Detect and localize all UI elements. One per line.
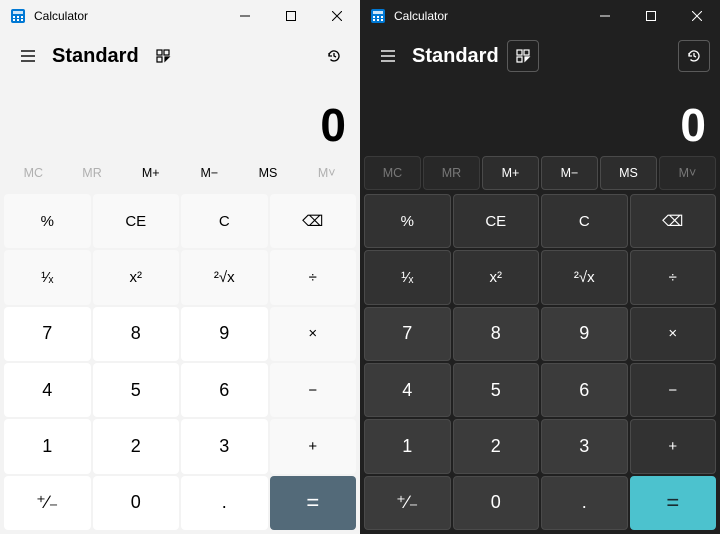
sqrt-key[interactable]: ²√x <box>541 250 628 304</box>
digit-7-key[interactable]: 7 <box>364 307 451 361</box>
digit-8-key[interactable]: 8 <box>93 307 180 361</box>
decimal-key[interactable]: . <box>181 476 268 530</box>
equals-key[interactable]: = <box>270 476 357 530</box>
digit-1-key[interactable]: 1 <box>4 419 91 473</box>
memory-mc-button: MC <box>364 156 421 190</box>
digit-5-key[interactable]: 5 <box>453 363 540 417</box>
menu-button[interactable] <box>368 38 408 74</box>
app-icon <box>10 8 26 24</box>
divide-key[interactable]: ÷ <box>630 250 717 304</box>
window-buttons <box>222 0 360 32</box>
backspace-key[interactable]: ⌫ <box>270 194 357 248</box>
digit-0-key[interactable]: 0 <box>93 476 180 530</box>
memory-ms-button[interactable]: MS <box>600 156 657 190</box>
digit-3-key[interactable]: 3 <box>541 419 628 473</box>
keep-on-top-button[interactable] <box>147 40 179 72</box>
digit-9-key[interactable]: 9 <box>181 307 268 361</box>
memory-m-button: M˅ <box>297 156 356 190</box>
memory-mc-button: MC <box>4 156 63 190</box>
header-row: Standard <box>0 36 360 76</box>
add-key[interactable]: + <box>630 419 717 473</box>
digit-2-key[interactable]: 2 <box>453 419 540 473</box>
digit-1-key[interactable]: 1 <box>364 419 451 473</box>
decimal-key[interactable]: . <box>541 476 628 530</box>
memory-m-button[interactable]: M+ <box>482 156 539 190</box>
titlebar: Calculator <box>360 0 720 32</box>
digit-4-key[interactable]: 4 <box>4 363 91 417</box>
maximize-button[interactable] <box>628 0 674 32</box>
close-button[interactable] <box>314 0 360 32</box>
clear-key[interactable]: C <box>541 194 628 248</box>
digit-0-key[interactable]: 0 <box>453 476 540 530</box>
percent-key[interactable]: % <box>4 194 91 248</box>
memory-m-button: M˅ <box>659 156 716 190</box>
memory-row: MCMRM+M−MSM˅ <box>0 156 360 190</box>
window-buttons <box>582 0 720 32</box>
history-button[interactable] <box>678 40 710 72</box>
equals-key[interactable]: = <box>630 476 717 530</box>
digit-4-key[interactable]: 4 <box>364 363 451 417</box>
square-key[interactable]: x² <box>93 250 180 304</box>
reciprocal-key[interactable]: ¹⁄ₓ <box>364 250 451 304</box>
divide-key[interactable]: ÷ <box>270 250 357 304</box>
maximize-button[interactable] <box>268 0 314 32</box>
memory-row: MCMRM+M−MSM˅ <box>360 156 720 190</box>
negate-key[interactable]: ⁺∕₋ <box>364 476 451 530</box>
memory-m-button[interactable]: M− <box>541 156 598 190</box>
result-value: 0 <box>680 98 706 152</box>
multiply-key[interactable]: × <box>630 307 717 361</box>
digit-6-key[interactable]: 6 <box>541 363 628 417</box>
calculator-window-light: Calculator Standard 0 MCMRM+M−MSM˅%CEC⌫ ¹⁄ₓx… <box>0 0 360 534</box>
memory-m-button[interactable]: M− <box>180 156 239 190</box>
digit-5-key[interactable]: 5 <box>93 363 180 417</box>
square-key[interactable]: x² <box>453 250 540 304</box>
window-title: Calculator <box>34 9 222 23</box>
memory-m-button[interactable]: M+ <box>121 156 180 190</box>
titlebar: Calculator <box>0 0 360 32</box>
keypad: %CEC⌫ ¹⁄ₓx²²√x÷ 789× 456− 123+ ⁺∕₋0.= <box>0 190 360 534</box>
clear-entry-key[interactable]: CE <box>453 194 540 248</box>
percent-key[interactable]: % <box>364 194 451 248</box>
result-display: 0 <box>360 76 720 156</box>
close-button[interactable] <box>674 0 720 32</box>
keypad: %CEC⌫ ¹⁄ₓx²²√x÷ 789× 456− 123+ ⁺∕₋0.= <box>360 190 720 534</box>
memory-ms-button[interactable]: MS <box>239 156 298 190</box>
reciprocal-key[interactable]: ¹⁄ₓ <box>4 250 91 304</box>
clear-entry-key[interactable]: CE <box>93 194 180 248</box>
result-value: 0 <box>320 98 346 152</box>
digit-6-key[interactable]: 6 <box>181 363 268 417</box>
sqrt-key[interactable]: ²√x <box>181 250 268 304</box>
app-icon <box>370 8 386 24</box>
window-title: Calculator <box>394 9 582 23</box>
result-display: 0 <box>0 76 360 156</box>
calculator-mode-label: Standard <box>52 45 139 68</box>
digit-7-key[interactable]: 7 <box>4 307 91 361</box>
calculator-mode-label: Standard <box>412 45 499 68</box>
negate-key[interactable]: ⁺∕₋ <box>4 476 91 530</box>
header-row: Standard <box>360 36 720 76</box>
memory-mr-button: MR <box>63 156 122 190</box>
digit-9-key[interactable]: 9 <box>541 307 628 361</box>
clear-key[interactable]: C <box>181 194 268 248</box>
minimize-button[interactable] <box>582 0 628 32</box>
digit-3-key[interactable]: 3 <box>181 419 268 473</box>
calculator-window-dark: Calculator Standard 0 MCMRM+M−MSM˅%CEC⌫ ¹⁄ₓx… <box>360 0 720 534</box>
subtract-key[interactable]: − <box>270 363 357 417</box>
digit-8-key[interactable]: 8 <box>453 307 540 361</box>
digit-2-key[interactable]: 2 <box>93 419 180 473</box>
multiply-key[interactable]: × <box>270 307 357 361</box>
add-key[interactable]: + <box>270 419 357 473</box>
backspace-key[interactable]: ⌫ <box>630 194 717 248</box>
memory-mr-button: MR <box>423 156 480 190</box>
keep-on-top-button[interactable] <box>507 40 539 72</box>
menu-button[interactable] <box>8 38 48 74</box>
minimize-button[interactable] <box>222 0 268 32</box>
history-button[interactable] <box>318 40 350 72</box>
subtract-key[interactable]: − <box>630 363 717 417</box>
